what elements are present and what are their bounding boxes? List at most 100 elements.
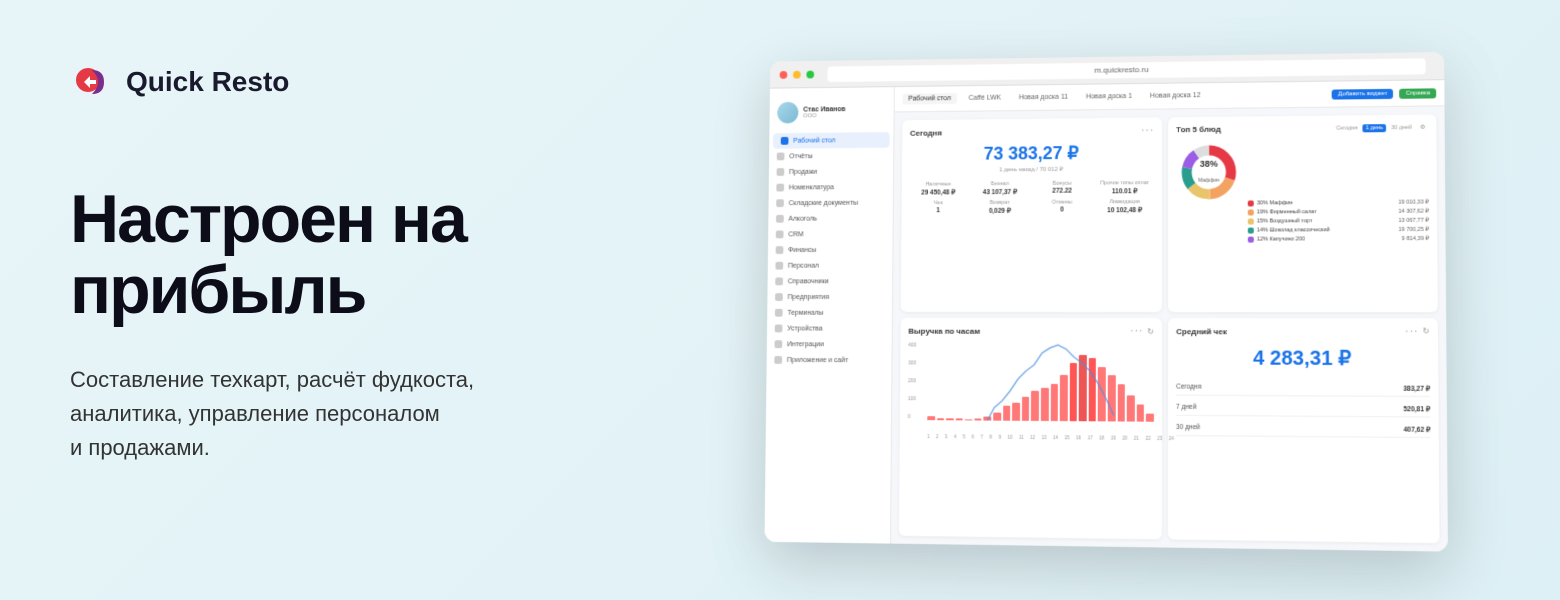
- main-content: Сегодня ··· 73 383,27 ₽ 1 день назад / 7…: [891, 106, 1448, 551]
- add-widget-button[interactable]: Добавить виджет: [1332, 88, 1394, 99]
- bar-14: [1050, 383, 1058, 420]
- content-with-nav: Рабочий стол Сaffé LWK Новая доска 11 Но…: [891, 80, 1448, 551]
- bar-24: [1146, 413, 1154, 421]
- today-menu-icon[interactable]: ···: [1141, 125, 1154, 136]
- headline: Настроен на прибыль: [70, 184, 610, 327]
- legend-dot-1: [1248, 200, 1254, 206]
- sidebar-icon: [776, 230, 784, 238]
- barchart-title: Выручка по часам: [908, 326, 980, 335]
- nav-tab-desktop[interactable]: Рабочий стол: [902, 93, 956, 104]
- date-tab-settings[interactable]: ⚙: [1417, 123, 1428, 131]
- sidebar-item-warehouse[interactable]: Складские документы: [768, 195, 892, 211]
- top5-legend: 30% Маффин 19 010,33 ₽ 19% Фирменный сал…: [1248, 138, 1430, 304]
- bar-21: [1117, 384, 1125, 421]
- sidebar-item-desktop[interactable]: Рабочий стол: [773, 132, 890, 149]
- stat-return: Возврат 0,029 ₽: [971, 200, 1029, 215]
- barchart-header: Выручка по часам ··· ↻: [908, 325, 1154, 336]
- dashboard-screenshot: m.quickresto.ru Стас Иванов ООО Ра: [764, 52, 1447, 552]
- bar-15: [1060, 375, 1068, 421]
- donut-name: Маффин: [1198, 177, 1219, 183]
- avgcheck-row-7days: 7 дней 520,81 ₽: [1176, 400, 1430, 417]
- sidebar-item-finance[interactable]: Финансы: [768, 242, 893, 258]
- bar-16: [1069, 363, 1077, 421]
- sidebar-icon: [775, 277, 783, 285]
- today-stats2: Чек 1 Возврат 0,029 ₽ Отмены 0: [909, 199, 1154, 215]
- legend-item-4: 14% Шоколад классический 19 700,25 ₽: [1248, 227, 1429, 234]
- avgcheck-rows: Сегодня 383,27 ₽ 7 дней 520,81 ₽ 30 дней…: [1176, 380, 1430, 438]
- bar-10: [1012, 402, 1020, 420]
- stat-other: Прочие типы оплат 110.01 ₽: [1095, 180, 1154, 195]
- stat-cash: Наличные 29 450,48 ₽: [909, 181, 967, 196]
- legend-item-3: 15% Воздушный торт 13 067,77 ₽: [1248, 217, 1429, 224]
- date-tab-1day[interactable]: 1 день: [1363, 124, 1386, 132]
- date-tab-today[interactable]: Сегодня: [1333, 124, 1361, 132]
- sidebar-item-crm[interactable]: СRM: [768, 226, 893, 242]
- top5-date-tabs: Сегодня 1 день 30 дней ⚙: [1333, 123, 1428, 132]
- logo-text: Quick Resto: [126, 66, 289, 98]
- y-axis: 400 300 200 100 0: [908, 342, 917, 420]
- bar-23: [1137, 404, 1145, 421]
- bar-13: [1041, 387, 1049, 420]
- nav-tab-board3[interactable]: Новая доска 12: [1144, 90, 1207, 102]
- sidebar-item-refs[interactable]: Справочники: [768, 273, 893, 289]
- sidebar-icon: [775, 340, 783, 348]
- avgcheck-big-value: 4 283,31 ₽: [1176, 345, 1430, 371]
- avgcheck-row-30days: 30 дней 407,62 ₽: [1176, 420, 1430, 437]
- bar-9: [1003, 406, 1011, 421]
- browser-dot-red: [780, 71, 788, 79]
- legend-dot-2: [1248, 209, 1254, 215]
- nav-tab-board2[interactable]: Новая доска 1: [1080, 91, 1138, 103]
- avgcheck-refresh[interactable]: ↻: [1423, 326, 1430, 337]
- barchart-refresh[interactable]: ↻: [1147, 327, 1154, 336]
- sidebar-item-sales[interactable]: Продажи: [769, 163, 893, 180]
- sidebar-item-terminals[interactable]: Терминалы: [767, 305, 892, 321]
- sidebar-item-apps[interactable]: Приложение и сайт: [767, 352, 892, 368]
- bar-4: [956, 419, 963, 420]
- bar-5: [965, 419, 972, 420]
- avgcheck-header: Средний чек ··· ↻: [1176, 326, 1430, 338]
- date-tab-30days[interactable]: 30 дней: [1388, 123, 1415, 131]
- app-layout: Стас Иванов ООО Рабочий стол Отчёты: [764, 80, 1447, 551]
- bar-20: [1108, 375, 1116, 421]
- donut-pct: 38%: [1198, 158, 1219, 168]
- avgcheck-title: Средний чек: [1176, 327, 1227, 336]
- bar-7: [984, 416, 992, 420]
- today-widget: Сегодня ··· 73 383,27 ₽ 1 день назад / 7…: [901, 117, 1162, 311]
- logo-icon: [70, 60, 114, 104]
- x-labels: 123456789101112131415161718192021222324: [927, 434, 1174, 441]
- sidebar-icon: [777, 168, 785, 176]
- sidebar-icon: [776, 184, 784, 192]
- barchart-menu[interactable]: ···: [1130, 326, 1143, 337]
- donut-label: 38% Маффин: [1198, 158, 1219, 186]
- sidebar-item-devices[interactable]: Устройства: [767, 321, 892, 337]
- today-widget-header: Сегодня ···: [910, 125, 1154, 138]
- sidebar-item-nomenclature[interactable]: Номенклатура: [769, 179, 893, 195]
- stat-check: Чек 1: [909, 200, 967, 215]
- chart-area: 400 300 200 100 0: [908, 342, 1154, 433]
- browser-dot-yellow: [793, 70, 801, 78]
- sidebar-icon: [776, 199, 784, 207]
- left-content: Quick Resto Настроен на прибыль Составле…: [0, 0, 680, 600]
- sidebar-icon: [774, 356, 782, 364]
- sidebar-item-reports[interactable]: Отчёты: [769, 148, 893, 165]
- bar-11: [1022, 397, 1030, 420]
- sidebar-item-staff[interactable]: Персонал: [768, 258, 893, 274]
- sidebar: Стас Иванов ООО Рабочий стол Отчёты: [764, 87, 894, 544]
- right-content: m.quickresto.ru Стас Иванов ООО Ра: [680, 0, 1560, 600]
- bar-12: [1031, 391, 1039, 420]
- today-big-value: 73 383,27 ₽: [910, 142, 1154, 165]
- avgcheck-menu[interactable]: ···: [1405, 326, 1419, 337]
- page-wrapper: Quick Resto Настроен на прибыль Составле…: [0, 0, 1560, 600]
- sidebar-item-alcohol[interactable]: Алкоголь: [768, 210, 893, 226]
- bar-6: [974, 419, 981, 420]
- legend-dot-4: [1248, 227, 1254, 233]
- nav-tab-board1[interactable]: Новая доска 11: [1013, 92, 1074, 104]
- nav-tab-caffe[interactable]: Сaffé LWK: [963, 93, 1007, 104]
- user-role: ООО: [803, 113, 845, 119]
- sidebar-item-integrations[interactable]: Интеграции: [767, 336, 892, 352]
- sidebar-item-enterprise[interactable]: Предприятия: [767, 289, 892, 305]
- help-button[interactable]: Справка: [1400, 88, 1437, 98]
- legend-item-1: 30% Маффин 19 010,33 ₽: [1248, 199, 1429, 206]
- bar-3: [946, 418, 953, 419]
- sidebar-user: Стас Иванов ООО: [769, 95, 893, 129]
